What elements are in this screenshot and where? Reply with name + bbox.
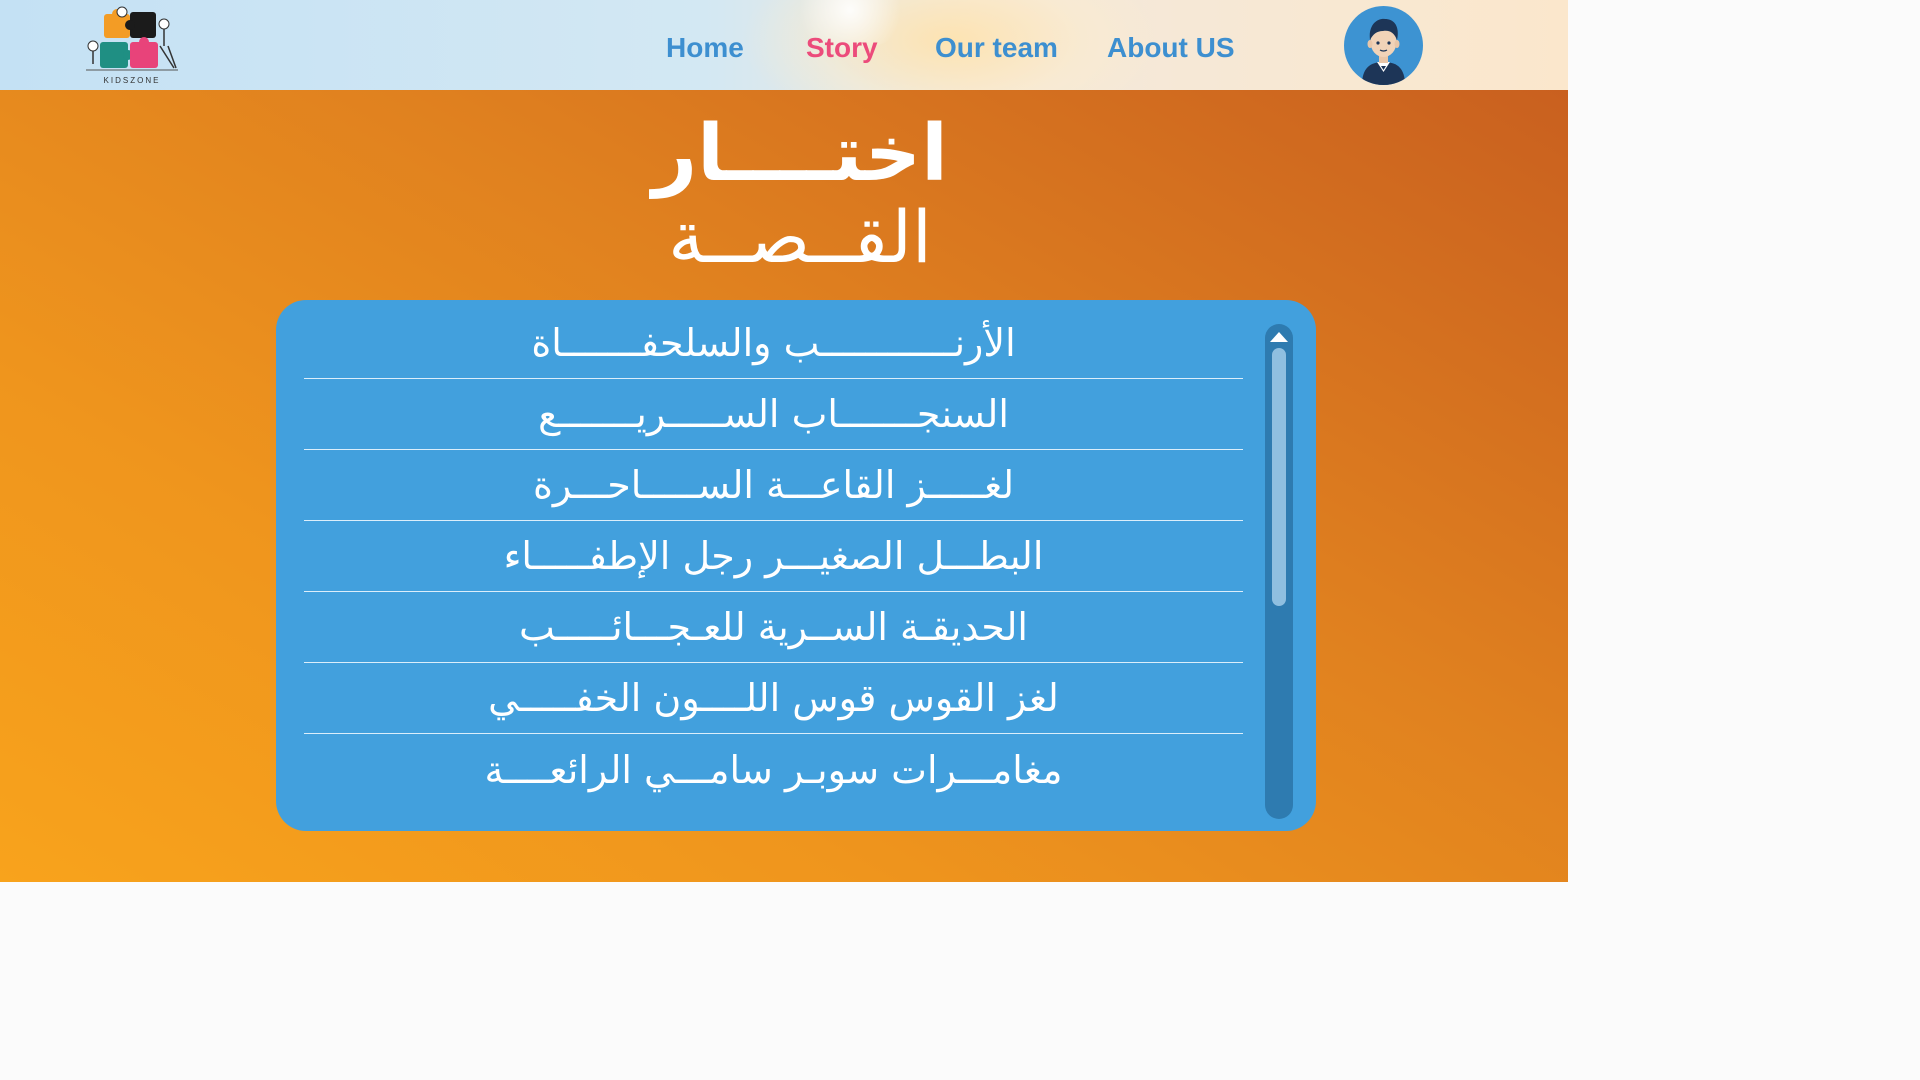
story-item-magic-hall[interactable]: لغـــــز القاعـــة الســـــاحـــرة xyxy=(304,450,1243,521)
user-avatar-button[interactable] xyxy=(1344,6,1423,85)
kidszone-logo[interactable]: KIDSZONE xyxy=(84,6,180,86)
story-title: مغامـــرات سوبـر سامـــي الرائعــــة xyxy=(484,747,1063,792)
story-title: لغـــــز القاعـــة الســـــاحـــرة xyxy=(532,463,1015,507)
nav-our-team-link[interactable]: Our team xyxy=(935,28,1058,68)
story-list: الأرنــــــــــــب والسلحفـــــــاة السن… xyxy=(304,308,1243,805)
story-item-secret-garden[interactable]: الحديقـة الســرية للعـجـــائـــــب xyxy=(304,592,1243,663)
boy-avatar-icon xyxy=(1362,18,1405,85)
story-item-fast-squirrel[interactable]: السنجـــــــاب الســـــريـــــــع xyxy=(304,379,1243,450)
logo-text: KIDSZONE xyxy=(103,76,161,85)
story-title: الأرنــــــــــــب والسلحفـــــــاة xyxy=(531,321,1016,365)
story-title: البطـــل الصغيـــر رجل الإطفـــــاء xyxy=(503,534,1044,578)
page-title-choose: اختــــار xyxy=(652,109,948,199)
story-item-hidden-rainbow[interactable]: لغز القوس قوس اللــــون الخفـــــي xyxy=(304,663,1243,734)
story-selection-section: اختــــار القــصــة الأرنــــــــــــب و… xyxy=(0,90,1568,882)
story-item-rabbit-turtle[interactable]: الأرنــــــــــــب والسلحفـــــــاة xyxy=(304,308,1243,379)
puzzle-kids-logo-icon xyxy=(86,6,178,71)
top-nav-bar: KIDSZONE Home Story Our team About US xyxy=(0,0,1568,90)
scrollbar-thumb[interactable] xyxy=(1272,348,1286,606)
story-list-scrollbar[interactable] xyxy=(1265,324,1293,819)
story-item-super-sami[interactable]: مغامـــرات سوبـر سامـــي الرائعــــة xyxy=(304,734,1243,805)
page-title-the-story: القــصــة xyxy=(668,195,932,279)
story-title: الحديقـة الســرية للعـجـــائـــــب xyxy=(519,605,1028,649)
nav-home-link[interactable]: Home xyxy=(666,28,744,68)
nav-about-us-link[interactable]: About US xyxy=(1107,28,1235,68)
scroll-up-arrow-icon[interactable] xyxy=(1270,332,1288,342)
story-item-little-firefighter[interactable]: البطـــل الصغيـــر رجل الإطفـــــاء xyxy=(304,521,1243,592)
nav-story-link[interactable]: Story xyxy=(806,28,878,68)
story-title: السنجـــــــاب الســـــريـــــــع xyxy=(538,392,1009,436)
story-title: لغز القوس قوس اللــــون الخفـــــي xyxy=(488,676,1059,720)
story-list-panel: الأرنــــــــــــب والسلحفـــــــاة السن… xyxy=(276,300,1316,831)
